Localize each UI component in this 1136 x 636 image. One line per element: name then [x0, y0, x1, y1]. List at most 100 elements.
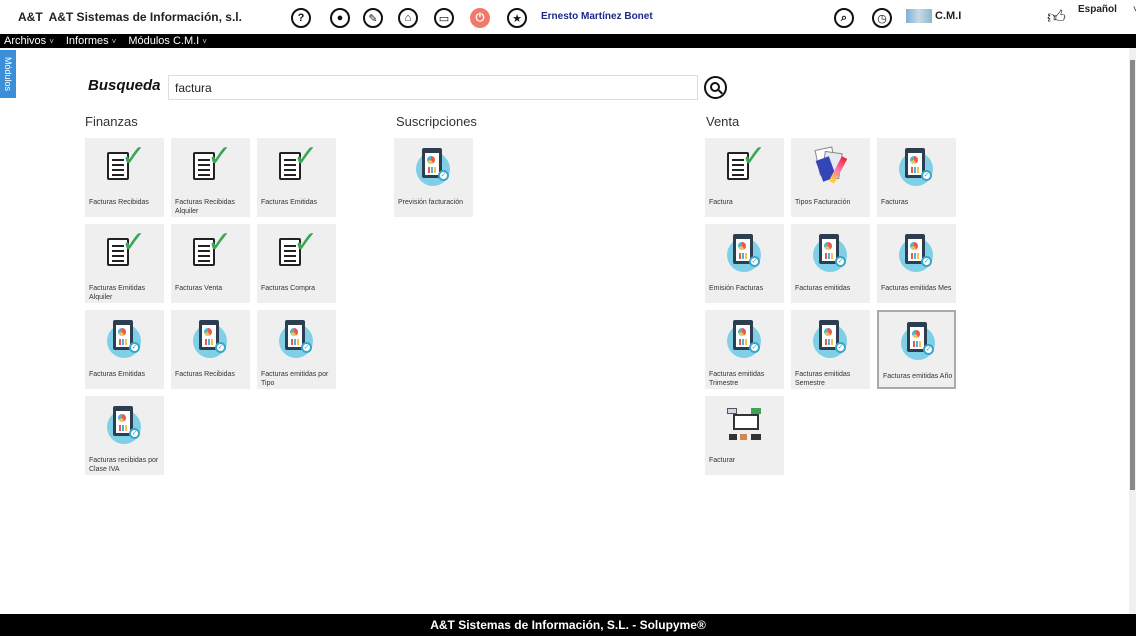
module-tile[interactable]: Facturar — [705, 396, 784, 475]
module-tile-label: Facturas Recibidas — [89, 199, 149, 206]
language-value: Español — [1078, 4, 1117, 15]
module-tile[interactable]: ✓ Facturas emitidas Trimestre — [705, 310, 784, 389]
clock-icon[interactable]: ◷ — [872, 8, 892, 28]
clipboard-chart-icon: ✓ — [813, 234, 849, 272]
cmi-label: C.M.I — [935, 10, 962, 22]
menu-bar: Archivos ˅ Informes ˅ Módulos C.M.I ˅ — [0, 34, 1136, 48]
workflow-icon — [727, 406, 763, 444]
clipboard-chart-icon: ✓ — [107, 406, 143, 444]
menu-label: Informes — [65, 35, 109, 47]
module-tile-label: Facturas emitidas Año — [883, 373, 953, 380]
search-icon-handle — [718, 89, 723, 95]
favorites-star-icon[interactable]: ★ — [507, 8, 527, 28]
module-tile-label: Facturar — [709, 457, 736, 464]
module-tile[interactable]: ✓ Facturas Recibidas — [171, 310, 250, 389]
module-tile[interactable]: ✓ Facturas emitidas Semestre — [791, 310, 870, 389]
search-label: Busqueda — [88, 77, 161, 94]
checklist-icon: ✓ — [193, 228, 232, 272]
module-tile[interactable]: ✓ Facturas Recibidas — [85, 138, 164, 217]
module-tile-label: Facturas emitidas por Tipo — [261, 371, 329, 387]
checklist-icon: ✓ — [107, 142, 146, 186]
module-tile-label: Emisión Facturas — [709, 285, 764, 292]
company-logo: A&T — [18, 10, 43, 24]
menu-label: Módulos C.M.I — [128, 35, 200, 47]
search-button[interactable] — [704, 76, 727, 99]
menu-label: Archivos — [4, 35, 47, 47]
clipboard-chart-icon: ✓ — [727, 234, 763, 272]
module-tile[interactable]: ✓ Facturas emitidas por Tipo — [257, 310, 336, 389]
cmi-logo-icon — [906, 9, 932, 23]
section-title-finanzas: Finanzas — [85, 114, 138, 129]
module-tile[interactable]: ✓ Facturas Emitidas — [257, 138, 336, 217]
module-tile-label: Facturas emitidas Trimestre — [709, 371, 765, 387]
clipboard-chart-icon: ✓ — [107, 320, 143, 358]
module-tile[interactable]: ✓ Facturas emitidas Año — [877, 310, 956, 389]
module-tile[interactable]: ✓ Facturas Emitidas Alquiler — [85, 224, 164, 303]
clipboard-chart-icon: ✓ — [899, 148, 935, 186]
search-input[interactable] — [168, 75, 698, 100]
module-tile-label: Facturas Venta — [175, 285, 223, 292]
module-tile-label: Facturas emitidas Mes — [881, 285, 952, 292]
cmi-brand[interactable]: C.M.I — [906, 9, 961, 23]
module-tile-label: Facturas Emitidas Alquiler — [89, 285, 146, 301]
home-icon[interactable]: ⌂ — [398, 8, 418, 28]
thumbs-up-icon[interactable]: 👍︎ — [1047, 6, 1066, 28]
section-title-suscripciones: Suscripciones — [396, 114, 477, 129]
module-tile-label: Tipos Facturación — [795, 199, 851, 206]
module-tile[interactable]: ✓ Facturas Emitidas — [85, 310, 164, 389]
module-tile[interactable]: Tipos Facturación — [791, 138, 870, 217]
clipboard-chart-icon: ✓ — [416, 148, 452, 186]
zoom-search-icon[interactable]: ⌕ — [834, 8, 854, 28]
clipboard-chart-icon: ✓ — [813, 320, 849, 358]
module-tile-label: Facturas — [881, 199, 909, 206]
brand: A&T A&T Sistemas de Información, s.l. — [18, 10, 242, 24]
checklist-icon: ✓ — [727, 142, 766, 186]
module-tile[interactable]: ✓ Emisión Facturas — [705, 224, 784, 303]
module-tile[interactable]: ✓ Previsión facturación — [394, 138, 473, 217]
module-tile-label: Facturas emitidas Semestre — [795, 371, 851, 387]
clipboard-chart-icon: ✓ — [899, 234, 935, 272]
menu-archivos[interactable]: Archivos ˅ — [4, 34, 54, 48]
chevron-down-icon: ˅ — [202, 37, 207, 46]
module-tile-label: Facturas Recibidas — [175, 371, 235, 378]
section-title-venta: Venta — [706, 114, 740, 129]
module-tile[interactable]: ✓ Facturas recibidas por Clase IVA — [85, 396, 164, 475]
module-tile-label: Facturas recibidas por Clase IVA — [89, 457, 159, 473]
checklist-icon: ✓ — [279, 228, 318, 272]
company-name: A&T Sistemas de Información, s.l. — [48, 10, 242, 24]
clipboard-chart-icon: ✓ — [193, 320, 229, 358]
clipboard-chart-icon: ✓ — [279, 320, 315, 358]
module-tile-label: Facturas Emitidas — [89, 371, 146, 378]
magic-wand-icon[interactable]: ✎ — [363, 8, 383, 28]
user-name[interactable]: Ernesto Martínez Bonet — [541, 11, 653, 22]
folder-icon[interactable]: ▭ — [434, 8, 454, 28]
module-tile[interactable]: ✓ Facturas emitidas Mes — [877, 224, 956, 303]
module-tile-label: Facturas Emitidas — [261, 199, 318, 206]
record-icon[interactable]: ● — [330, 8, 350, 28]
menu-modulos-cmi[interactable]: Módulos C.M.I ˅ — [128, 34, 207, 48]
module-tile[interactable]: ✓ Facturas Venta — [171, 224, 250, 303]
module-tile-label: Previsión facturación — [398, 199, 463, 206]
menu-informes[interactable]: Informes ˅ — [66, 34, 116, 48]
top-bar: A&T A&T Sistemas de Información, s.l. ? … — [0, 0, 1136, 34]
module-tile-label: Facturas Compra — [261, 285, 316, 292]
checklist-icon: ✓ — [193, 142, 232, 186]
clipboard-chart-icon: ✓ — [727, 320, 763, 358]
chevron-down-icon: ˅ — [111, 37, 117, 46]
module-tile[interactable]: ✓ Factura — [705, 138, 784, 217]
module-tile-label: Facturas emitidas — [795, 285, 851, 292]
modulos-side-tab[interactable]: Módulos — [0, 50, 16, 98]
module-tile[interactable]: ✓ Facturas — [877, 138, 956, 217]
power-icon[interactable]: ⏻ — [470, 8, 490, 28]
help-icon[interactable]: ? — [291, 8, 311, 28]
chevron-down-icon: ˅ — [49, 37, 54, 46]
scrollbar-thumb[interactable] — [1130, 60, 1135, 490]
documents-icon — [813, 146, 849, 186]
clipboard-chart-icon: ✓ — [901, 322, 937, 360]
module-tile[interactable]: ✓ Facturas emitidas — [791, 224, 870, 303]
footer: A&T Sistemas de Información, S.L. - Solu… — [0, 614, 1136, 636]
checklist-icon: ✓ — [107, 228, 146, 272]
language-select[interactable]: Español ˅ — [1078, 4, 1136, 15]
module-tile[interactable]: ✓ Facturas Compra — [257, 224, 336, 303]
module-tile[interactable]: ✓ Facturas Recibidas Alquiler — [171, 138, 250, 217]
